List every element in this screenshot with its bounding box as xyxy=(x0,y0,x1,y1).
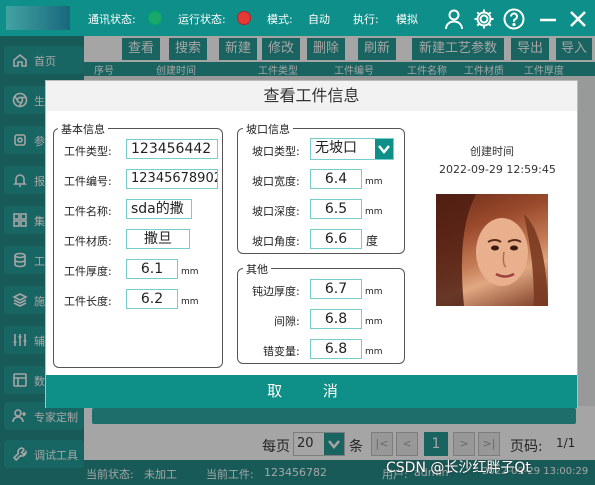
gap-unit: mm xyxy=(365,317,383,327)
misalign-label: 错变量: xyxy=(263,345,300,358)
material-label: 工件材质: xyxy=(64,235,112,248)
basic-info-legend: 基本信息 xyxy=(58,121,108,137)
gap-field[interactable]: 6.8 xyxy=(310,309,362,329)
groove-width-field[interactable]: 6.4 xyxy=(310,169,362,189)
thickness-label: 工件厚度: xyxy=(64,265,112,278)
chevron-down-icon xyxy=(375,139,393,159)
length-unit: mm xyxy=(181,297,199,307)
created-time-value: 2022-09-29 12:59:45 xyxy=(439,163,556,176)
groove-type-value: 无坡口 xyxy=(315,140,357,156)
groove-type-label: 坡口类型: xyxy=(252,145,300,158)
cancel-button[interactable]: 取 消 xyxy=(46,375,577,408)
app-logo xyxy=(6,6,70,30)
close-icon[interactable] xyxy=(567,8,589,30)
groove-angle-field[interactable]: 6.6 xyxy=(310,229,362,249)
view-workpiece-dialog: 查看工件信息 基本信息 工件类型: 123456442 工件编号: 123456… xyxy=(45,80,578,408)
name-field[interactable]: sda的撒 xyxy=(126,199,192,219)
run-status-indicator xyxy=(237,11,251,25)
workpiece-photo xyxy=(436,194,548,306)
other-info-legend: 其他 xyxy=(243,261,271,277)
top-bar: 通讯状态: 运行状态: 模式: 自动 执行: 模拟 xyxy=(0,0,595,36)
user-icon[interactable] xyxy=(443,8,465,30)
comm-status-indicator xyxy=(148,11,162,25)
blunt-field[interactable]: 6.7 xyxy=(310,279,362,299)
exec-label: 执行: xyxy=(353,13,379,26)
id-label: 工件编号: xyxy=(64,175,112,188)
groove-info-legend: 坡口信息 xyxy=(243,121,293,137)
run-status-label: 运行状态: xyxy=(178,13,226,26)
groove-width-label: 坡口宽度: xyxy=(252,175,300,188)
groove-depth-field[interactable]: 6.5 xyxy=(310,199,362,219)
watermark-text: CSDN @长沙红胖子Qt xyxy=(386,460,531,476)
gap-label: 间隙: xyxy=(274,315,300,328)
type-label: 工件类型: xyxy=(64,145,112,158)
groove-depth-unit: mm xyxy=(365,207,383,217)
mode-label: 模式: xyxy=(267,13,293,26)
misalign-field[interactable]: 6.8 xyxy=(310,339,362,359)
length-field[interactable]: 6.2 xyxy=(126,289,178,309)
groove-angle-label: 坡口角度: xyxy=(252,235,300,248)
type-field[interactable]: 123456442 xyxy=(126,139,218,159)
dialog-title: 查看工件信息 xyxy=(46,81,577,111)
blunt-unit: mm xyxy=(365,287,383,297)
name-label: 工件名称: xyxy=(64,205,112,218)
groove-angle-unit: 度 xyxy=(366,234,379,248)
misalign-unit: mm xyxy=(365,347,383,357)
thickness-unit: mm xyxy=(181,267,199,277)
material-field[interactable]: 撒旦 xyxy=(126,229,190,249)
groove-width-unit: mm xyxy=(365,177,383,187)
created-time-label: 创建时间 xyxy=(470,145,514,158)
mode-value: 自动 xyxy=(308,13,330,26)
help-icon[interactable] xyxy=(503,8,525,30)
id-field[interactable]: 12345678902 xyxy=(126,169,218,189)
minimize-icon[interactable] xyxy=(537,8,559,30)
groove-depth-label: 坡口深度: xyxy=(252,205,300,218)
groove-type-select[interactable]: 无坡口 xyxy=(310,138,394,160)
settings-gear-icon[interactable] xyxy=(473,8,495,30)
thickness-field[interactable]: 6.1 xyxy=(126,259,178,279)
exec-value: 模拟 xyxy=(396,13,418,26)
length-label: 工件长度: xyxy=(64,295,112,308)
comm-status-label: 通讯状态: xyxy=(88,13,136,26)
blunt-label: 钝边厚度: xyxy=(252,285,300,298)
